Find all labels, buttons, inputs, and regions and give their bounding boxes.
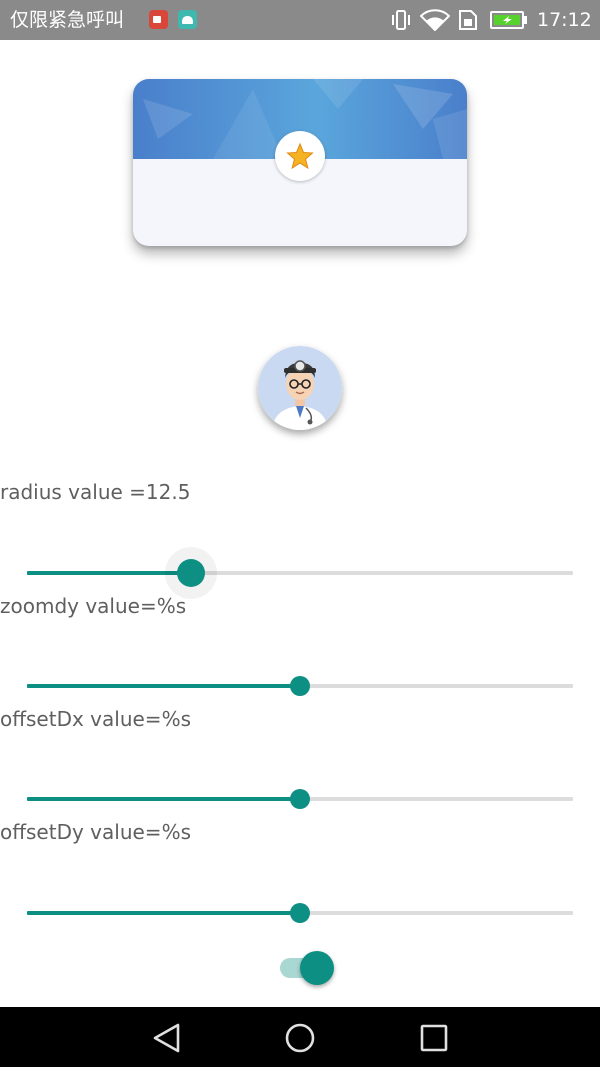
battery-charging-icon — [490, 11, 527, 29]
navigation-bar — [0, 1007, 600, 1067]
vibrate-icon — [392, 10, 410, 30]
recent-apps-icon[interactable] — [418, 1022, 450, 1054]
clock: 17:12 — [537, 9, 592, 31]
card-view — [133, 79, 467, 246]
offsetdx-slider[interactable] — [27, 784, 573, 814]
offsetdx-label: offsetDx value=%s — [0, 707, 191, 731]
slider-fill — [27, 571, 191, 575]
switch-thumb[interactable] — [300, 951, 334, 985]
android-icon — [178, 10, 197, 29]
offsetdy-slider[interactable] — [27, 898, 573, 928]
slider-thumb[interactable] — [177, 559, 205, 587]
zoomdy-label: zoomdy value=%s — [0, 594, 187, 618]
carrier-status-text: 仅限紧急呼叫 — [10, 9, 125, 31]
sim-icon — [459, 10, 477, 30]
video-record-icon — [149, 10, 168, 29]
back-icon[interactable] — [151, 1022, 183, 1054]
status-bar: 仅限紧急呼叫 17:12 — [0, 0, 600, 40]
card-star-badge — [275, 131, 325, 181]
slider-fill — [27, 911, 300, 915]
doctor-avatar-icon — [258, 346, 342, 430]
offsetdy-label: offsetDy value=%s — [0, 820, 191, 844]
zoomdy-slider[interactable] — [27, 671, 573, 701]
shadow-toggle-switch[interactable] — [279, 950, 335, 986]
radius-slider[interactable] — [27, 558, 573, 588]
slider-thumb[interactable] — [290, 676, 310, 696]
home-icon[interactable] — [284, 1022, 316, 1054]
radius-label: radius value =12.5 — [0, 480, 191, 504]
wifi-icon — [420, 9, 450, 31]
slider-thumb[interactable] — [290, 789, 310, 809]
doctor-avatar — [258, 346, 342, 430]
star-icon — [286, 142, 314, 170]
slider-fill — [27, 684, 300, 688]
slider-thumb[interactable] — [290, 903, 310, 923]
slider-fill — [27, 797, 300, 801]
